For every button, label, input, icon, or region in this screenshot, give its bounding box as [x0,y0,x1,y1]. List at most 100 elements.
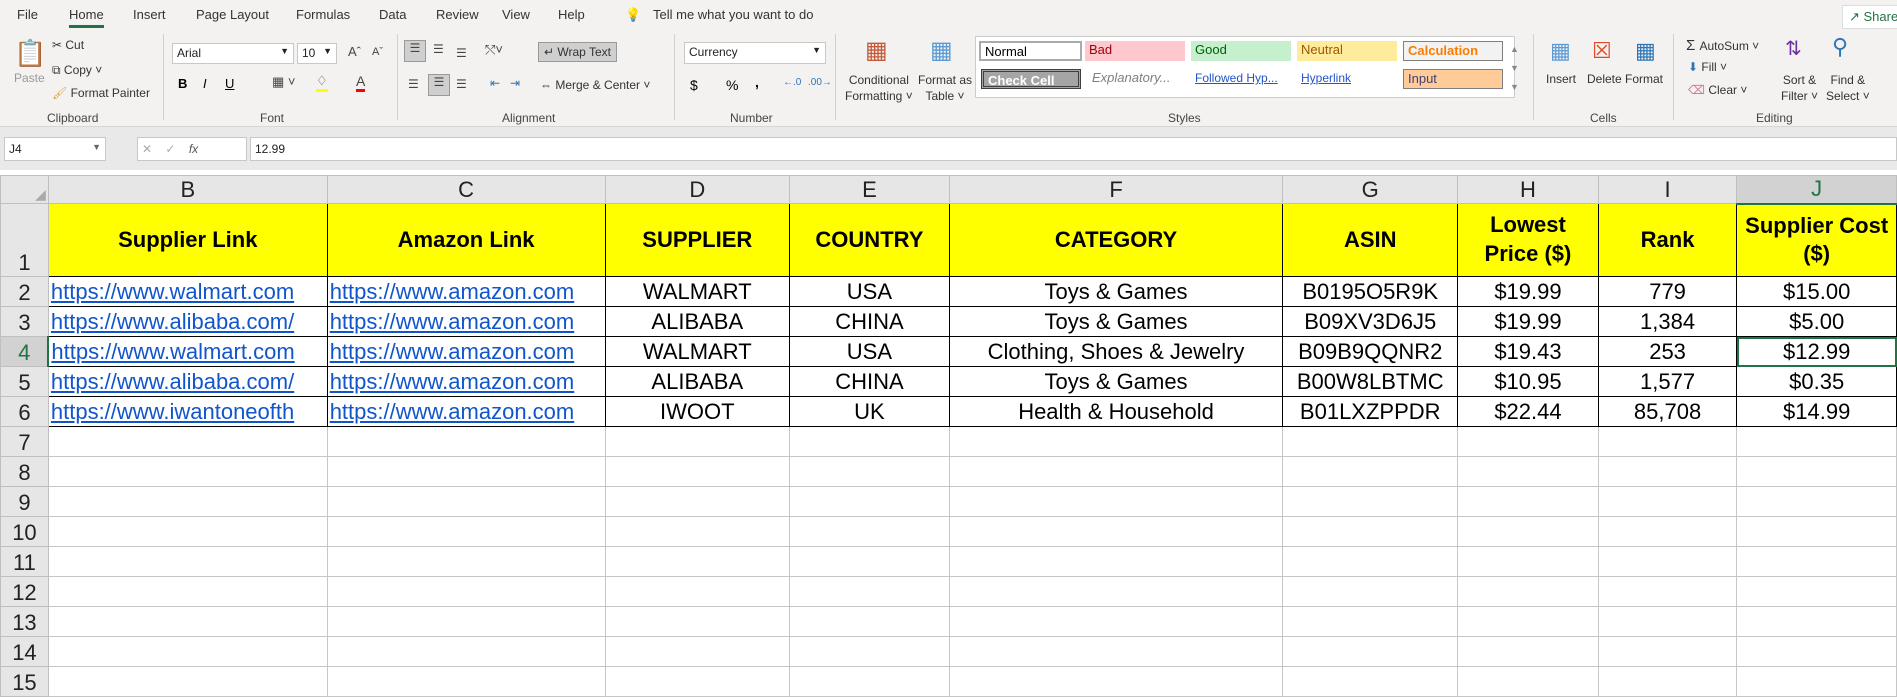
cell-G14[interactable] [1282,636,1459,667]
cell-H15[interactable] [1457,666,1599,697]
fill-button[interactable]: ⬇ Fill ˅ [1688,60,1727,74]
bold-button[interactable]: B [178,76,187,91]
tab-insert[interactable]: Insert [133,7,166,22]
cell-G1[interactable]: ASIN [1282,203,1459,277]
cell-J10[interactable] [1736,516,1897,547]
cell-C2[interactable]: https://www.amazon.com [326,276,606,307]
style-neutral[interactable]: Neutral [1297,41,1397,61]
cell-G6[interactable]: B01LXZPPDR [1282,396,1459,427]
style-check-cell[interactable]: Check Cell [981,69,1081,89]
cell-C10[interactable] [326,516,606,547]
cell-H5[interactable]: $10.95 [1457,366,1599,397]
cell-J15[interactable] [1736,666,1897,697]
percent-style-button[interactable]: % [726,77,738,93]
cell-J1[interactable]: Supplier Cost ($) [1736,203,1897,277]
align-left-icon[interactable]: ☰ [408,77,419,91]
cell-E2[interactable]: USA [789,276,950,307]
cell-I3[interactable]: 1,384 [1597,306,1738,337]
column-header-J[interactable]: J [1736,175,1897,205]
underline-button[interactable]: U [225,76,234,91]
cell-H4[interactable]: $19.43 [1457,336,1599,367]
cell-J8[interactable] [1736,456,1897,487]
cell-D9[interactable] [604,486,791,517]
cut-button[interactable]: ✂ Cut [52,38,84,52]
cell-J7[interactable] [1736,426,1897,457]
cell-C1[interactable]: Amazon Link [326,203,606,277]
row-header-9[interactable]: 9 [0,486,49,517]
cell-E13[interactable] [789,606,950,637]
cell-B11[interactable] [47,546,328,577]
cell-J14[interactable] [1736,636,1897,667]
cell-E15[interactable] [789,666,950,697]
cell-I12[interactable] [1597,576,1738,607]
cell-B8[interactable] [47,456,328,487]
cell-B13[interactable] [47,606,328,637]
cell-C6[interactable]: https://www.amazon.com [326,396,606,427]
cell-I9[interactable] [1597,486,1738,517]
tab-view[interactable]: View [502,7,530,22]
style-followed-hyperlink[interactable]: Followed Hyp... [1191,70,1291,90]
cell-G12[interactable] [1282,576,1459,607]
cell-I11[interactable] [1597,546,1738,577]
cell-D10[interactable] [604,516,791,547]
tab-review[interactable]: Review [436,7,479,22]
cell-D2[interactable]: WALMART [604,276,791,307]
cell-E1[interactable]: COUNTRY [789,203,950,277]
enter-icon[interactable]: ✓ [165,142,175,156]
style-hyperlink[interactable]: Hyperlink [1297,70,1397,90]
cell-J3[interactable]: $5.00 [1736,306,1897,337]
cell-B14[interactable] [47,636,328,667]
cell-H2[interactable]: $19.99 [1457,276,1599,307]
cell-F7[interactable] [948,426,1284,457]
format-as-table-button[interactable]: Format as Table ˅ [918,72,972,104]
cell-I8[interactable] [1597,456,1738,487]
insert-cells-button[interactable]: Insert [1546,72,1576,86]
gallery-scroll-icon[interactable]: ▲ ▼ ▼ [1510,40,1519,97]
wrap-text-button[interactable]: ↵ Wrap Text [538,42,617,62]
cell-E4[interactable]: USA [789,336,950,367]
name-box[interactable]: J4 ▼ [4,137,106,161]
cell-G5[interactable]: B00W8LBTMC [1282,366,1459,397]
cell-B2[interactable]: https://www.walmart.com [47,276,328,307]
number-format-select[interactable]: Currency ▼ [684,42,826,64]
cell-F12[interactable] [948,576,1284,607]
cell-J11[interactable] [1736,546,1897,577]
tab-formulas[interactable]: Formulas [296,7,350,22]
cell-J5[interactable]: $0.35 [1736,366,1897,397]
style-explanatory[interactable]: Explanatory... [1088,69,1188,89]
increase-indent-icon[interactable]: ⇥ [510,76,520,90]
cell-B9[interactable] [47,486,328,517]
cell-E6[interactable]: UK [789,396,950,427]
cell-D11[interactable] [604,546,791,577]
cell-G13[interactable] [1282,606,1459,637]
increase-font-icon[interactable]: Aˆ [348,44,361,59]
cell-G8[interactable] [1282,456,1459,487]
cell-F2[interactable]: Toys & Games [948,276,1284,307]
row-header-8[interactable]: 8 [0,456,49,487]
style-good[interactable]: Good [1191,41,1291,61]
cell-G7[interactable] [1282,426,1459,457]
cell-I2[interactable]: 779 [1597,276,1738,307]
row-header-7[interactable]: 7 [0,426,49,457]
cell-I10[interactable] [1597,516,1738,547]
cell-G3[interactable]: B09XV3D6J5 [1282,306,1459,337]
row-header-13[interactable]: 13 [0,606,49,637]
cell-C11[interactable] [326,546,606,577]
row-header-2[interactable]: 2 [0,276,49,307]
font-size-select[interactable]: 10 ▼ [297,43,337,64]
cell-E11[interactable] [789,546,950,577]
cell-J6[interactable]: $14.99 [1736,396,1897,427]
cell-D14[interactable] [604,636,791,667]
cell-E5[interactable]: CHINA [789,366,950,397]
cell-C8[interactable] [326,456,606,487]
cell-D7[interactable] [604,426,791,457]
cell-J13[interactable] [1736,606,1897,637]
decrease-font-icon[interactable]: Aˇ [372,46,383,58]
row-header-15[interactable]: 15 [0,666,49,697]
insert-function-icon[interactable]: fx [189,142,198,156]
cell-G11[interactable] [1282,546,1459,577]
column-header-E[interactable]: E [789,175,950,204]
row-header-3[interactable]: 3 [0,306,49,337]
cell-H10[interactable] [1457,516,1599,547]
paste-button[interactable]: Paste [14,71,45,85]
